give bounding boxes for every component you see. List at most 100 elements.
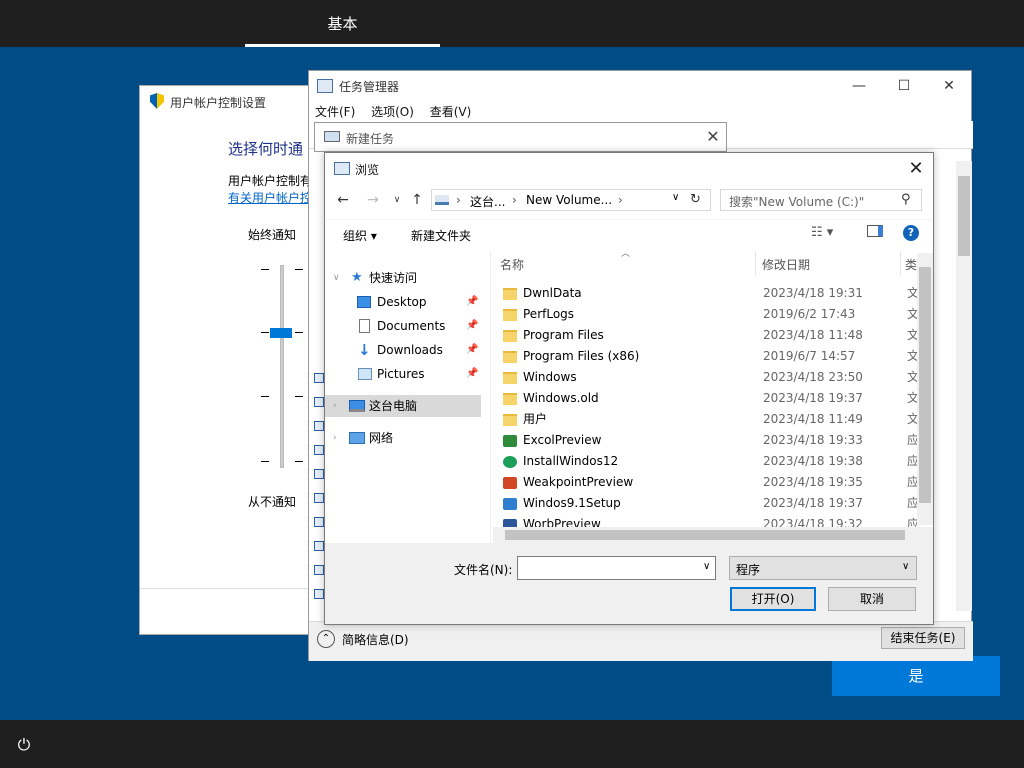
help-icon[interactable]: ? (903, 225, 919, 241)
tree-item-desktop[interactable]: Desktop 📌 (325, 291, 491, 313)
slider-tick (261, 461, 269, 462)
tree-item-documents[interactable]: Documents 📌 (325, 315, 491, 337)
column-divider[interactable] (900, 251, 901, 275)
column-header-date[interactable]: 修改日期 (762, 256, 810, 273)
document-app-icon (503, 519, 517, 527)
tree-item-this-pc[interactable]: › 这台电脑 (325, 395, 481, 417)
organize-menu[interactable]: 组织 ▾ (343, 227, 377, 244)
file-date: 2023/4/18 11:49 (763, 412, 863, 426)
back-icon[interactable]: ← (333, 189, 353, 211)
downloads-icon: ↓ (358, 341, 371, 359)
menu-file[interactable]: 文件(F) (315, 103, 355, 120)
file-row[interactable]: InstallWindos12 2023/4/18 19:38 应 (493, 451, 919, 472)
file-date: 2023/4/18 19:31 (763, 286, 863, 300)
chevron-down-icon[interactable]: ∨ (703, 561, 710, 572)
column-divider[interactable] (755, 251, 756, 275)
file-row[interactable]: 用户 2023/4/18 11:49 文 (493, 409, 919, 430)
file-row[interactable]: PerfLogs 2019/6/2 17:43 文 (493, 304, 919, 325)
folder-icon (503, 372, 517, 384)
minimize-button[interactable]: — (836, 71, 882, 101)
filetype-select[interactable]: 程序 ∨ (729, 556, 917, 580)
chevron-right-icon[interactable]: › (333, 427, 337, 449)
slider-tick (261, 269, 269, 270)
process-icon (314, 445, 324, 455)
tree-item-quick-access[interactable]: ∨ ★ 快速访问 (325, 267, 491, 289)
tree-item-pictures[interactable]: Pictures 📌 (325, 363, 491, 385)
file-row[interactable]: WeakpointPreview 2023/4/18 19:35 应 (493, 472, 919, 493)
file-row[interactable]: Program Files 2023/4/18 11:48 文 (493, 325, 919, 346)
tree-item-downloads[interactable]: ↓ Downloads 📌 (325, 339, 491, 361)
chevron-down-icon[interactable]: ∨ (672, 192, 679, 203)
address-bar[interactable]: › 这台... › New Volume... › ∨ ↻ (431, 189, 711, 211)
file-row[interactable]: Windos9.1Setup 2023/4/18 19:37 应 (493, 493, 919, 514)
slider-tick (261, 396, 269, 397)
search-icon[interactable]: ⚲ (901, 192, 911, 207)
drive-icon (435, 195, 449, 205)
notify-slider-thumb[interactable] (270, 328, 292, 338)
scrollbar-thumb[interactable] (958, 176, 970, 256)
chevron-up-icon[interactable]: ⌃ (317, 630, 335, 648)
network-icon (349, 432, 365, 444)
filename-input[interactable] (517, 556, 716, 580)
scrollbar-thumb[interactable] (505, 530, 905, 540)
file-name: PerfLogs (523, 307, 575, 321)
file-row[interactable]: Windows.old 2023/4/18 19:37 文 (493, 388, 919, 409)
process-icon (314, 493, 324, 503)
column-header-name[interactable]: 名称 (500, 256, 524, 273)
recent-locations-icon[interactable]: ∨ (387, 189, 407, 211)
close-icon[interactable]: ✕ (703, 127, 723, 147)
search-box[interactable]: 搜索"New Volume (C:)" ⚲ (720, 189, 922, 211)
preview-pane-icon[interactable] (867, 225, 883, 237)
uac-help-link[interactable]: 有关用户帐户控 (228, 189, 312, 206)
new-folder-button[interactable]: 新建文件夹 (411, 227, 471, 244)
file-row[interactable]: WorbPreview 2023/4/18 19:32 应 (493, 514, 919, 527)
fewer-details-link[interactable]: 简略信息(D) (342, 631, 409, 648)
notify-slider-track[interactable] (280, 265, 284, 468)
chevron-down-icon[interactable]: ∨ (333, 267, 340, 289)
pictures-icon (358, 368, 372, 380)
tree-label: 网络 (369, 431, 394, 445)
always-notify-label: 始终通知 (248, 228, 297, 242)
up-icon[interactable]: ↑ (407, 189, 427, 211)
breadcrumb-volume[interactable]: New Volume... (526, 193, 612, 207)
close-button[interactable]: ✕ (926, 71, 972, 101)
tree-label: 这台电脑 (369, 399, 418, 413)
power-icon[interactable]: ⏻ (15, 736, 33, 754)
view-options-icon[interactable]: ☷ ▾ (811, 225, 833, 240)
refresh-icon[interactable]: ↻ (690, 192, 701, 207)
yes-button[interactable]: 是 (832, 656, 1000, 696)
shield-icon (150, 93, 164, 109)
menu-view[interactable]: 查看(V) (430, 103, 472, 120)
setup-app-icon (503, 498, 517, 510)
task-manager-title: 任务管理器 (339, 80, 400, 94)
open-button[interactable]: 打开(O) (730, 587, 816, 611)
file-row[interactable]: Windows 2023/4/18 23:50 文 (493, 367, 919, 388)
file-row[interactable]: ExcolPreview 2023/4/18 19:33 应 (493, 430, 919, 451)
file-row[interactable]: DwnlData 2023/4/18 19:31 文 (493, 283, 919, 304)
tree-item-network[interactable]: › 网络 (325, 427, 491, 449)
file-row[interactable]: Program Files (x86) 2019/6/7 14:57 文 (493, 346, 919, 367)
browse-dialog: 浏览 ✕ ← → ∨ ↑ › 这台... › New Volume... › ∨… (324, 152, 934, 625)
browse-title: 浏览 (355, 163, 380, 177)
end-task-button[interactable]: 结束任务(E) (881, 627, 965, 649)
forward-icon[interactable]: → (363, 189, 383, 211)
folder-icon (503, 414, 517, 426)
menu-options[interactable]: 选项(O) (371, 103, 414, 120)
chevron-right-icon[interactable]: › (333, 395, 337, 417)
tab-basic[interactable]: 基本 (245, 0, 440, 47)
folder-icon (503, 288, 517, 300)
process-icon (314, 469, 324, 479)
maximize-button[interactable]: ☐ (881, 71, 927, 101)
chevron-down-icon: ∨ (902, 561, 910, 572)
slider-tick (295, 461, 303, 462)
file-name: InstallWindos12 (523, 454, 619, 468)
new-task-dialog: 新建任务 ✕ (314, 122, 727, 152)
slider-tick (261, 332, 269, 333)
column-header-type[interactable]: 类 (905, 256, 917, 273)
cancel-button[interactable]: 取消 (828, 587, 916, 611)
close-icon[interactable]: ✕ (903, 157, 929, 181)
process-icon (314, 589, 324, 599)
file-date: 2023/4/18 11:48 (763, 328, 863, 342)
scrollbar-thumb[interactable] (919, 267, 931, 503)
breadcrumb-this-pc[interactable]: 这台... (470, 193, 505, 210)
